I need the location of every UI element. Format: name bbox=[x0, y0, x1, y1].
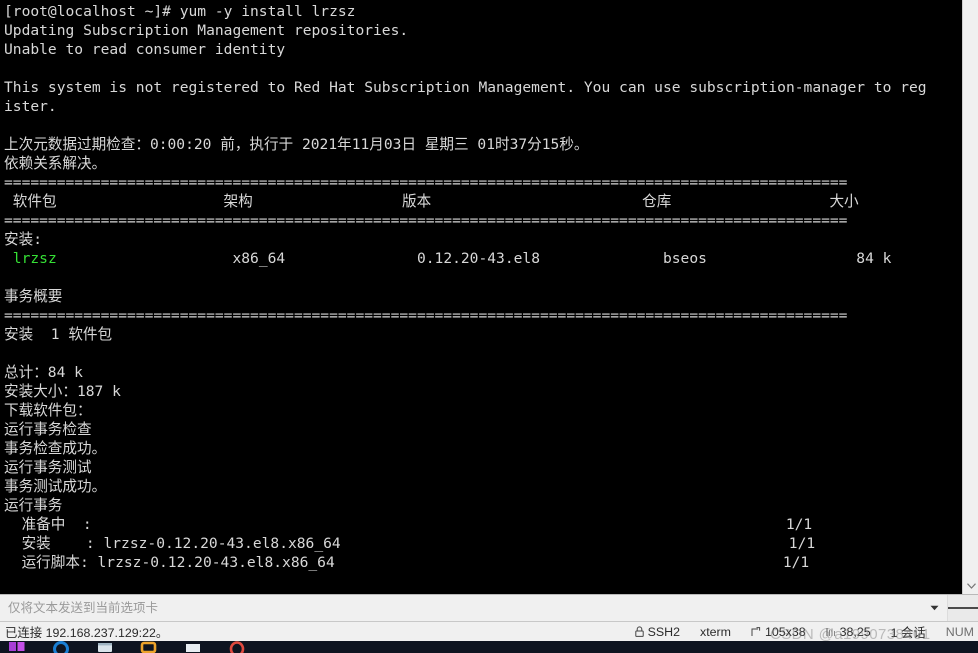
terminal-line: 运行事务 bbox=[4, 497, 63, 514]
resize-icon bbox=[751, 626, 761, 637]
start-button-icon[interactable] bbox=[8, 641, 26, 653]
sessions-label: 1 会话 bbox=[890, 625, 926, 640]
cursor-position-label: 38,25 bbox=[839, 624, 871, 639]
terminal-line: 软件包 架构 版本 仓库 大小 bbox=[4, 193, 859, 210]
terminal-type-label: xterm bbox=[700, 624, 731, 639]
terminal-separator: ========================================… bbox=[4, 174, 848, 191]
terminal-line: This system is not registered to Red Hat… bbox=[4, 79, 927, 96]
terminal-output[interactable]: [root@localhost ~]# yum -y install lrzsz… bbox=[0, 0, 962, 594]
terminal-line: 事务测试成功。 bbox=[4, 478, 107, 495]
terminal-line: 依赖关系解决。 bbox=[4, 155, 107, 172]
terminal-line: 准备中 : 1/1 bbox=[4, 516, 813, 533]
terminal-line: 上次元数据过期检查：0:00:20 前，执行于 2021年11月03日 星期三 … bbox=[4, 136, 589, 153]
securecrt-window: [root@localhost ~]# yum -y install lrzsz… bbox=[0, 0, 978, 653]
terminal-line: 运行事务检查 bbox=[4, 421, 92, 438]
hamburger-menu-icon[interactable] bbox=[947, 595, 978, 621]
chevron-down-icon[interactable] bbox=[921, 595, 947, 621]
terminal-line: Updating Subscription Management reposit… bbox=[4, 22, 409, 39]
terminal-line: 下载软件包： bbox=[4, 402, 92, 419]
terminal-line: lrzsz x86_64 0.12.20-43.el8 bseos 84 k bbox=[12, 250, 892, 267]
status-terminal-type[interactable]: xterm bbox=[700, 625, 731, 639]
status-cursor-position: 38,25 bbox=[826, 625, 871, 639]
terminal-line: 安装 : lrzsz-0.12.20-43.el8.x86_64 1/1 bbox=[4, 535, 816, 552]
terminal-line: 安装 1 软件包 bbox=[4, 326, 113, 343]
terminal-line: 安装: bbox=[4, 231, 42, 248]
status-protocol[interactable]: SSH2 bbox=[634, 624, 680, 639]
windows-taskbar bbox=[0, 641, 978, 653]
terminal-scrollbar[interactable] bbox=[962, 0, 978, 594]
terminal-line: ister. bbox=[4, 98, 57, 115]
status-connection: 已连接 192.168.237.129:22。 bbox=[5, 623, 168, 641]
terminal-line: 运行脚本: lrzsz-0.12.20-43.el8.x86_64 1/1 bbox=[4, 554, 810, 571]
status-indicators: SSH2 xterm 105x38 38,25 1 会话 NUM bbox=[634, 623, 974, 641]
terminal-separator: ========================================… bbox=[4, 307, 848, 324]
terminal-line: [root@localhost ~]# yum -y install lrzsz bbox=[4, 3, 356, 20]
connection-label: 已连接 192.168.237.129:22。 bbox=[5, 625, 169, 640]
send-text-input[interactable]: 仅将文本发送到当前选项卡 bbox=[0, 595, 921, 621]
browser-icon[interactable] bbox=[52, 641, 70, 653]
terminal-line: 运行事务测试 bbox=[4, 459, 92, 476]
terminal-line: 事务概要 bbox=[4, 288, 63, 305]
status-bar: 已连接 192.168.237.129:22。 SSH2 xterm 105x3… bbox=[0, 622, 978, 641]
status-sessions: 1 会话 bbox=[891, 623, 926, 641]
scrollbar-down-arrow-icon[interactable] bbox=[963, 578, 978, 594]
package-name: lrzsz bbox=[12, 250, 57, 267]
window-size-label: 105x38 bbox=[764, 624, 806, 639]
terminal-line: 事务检查成功。 bbox=[4, 440, 107, 457]
status-num-lock: NUM bbox=[946, 625, 974, 639]
terminal-line: 总计：84 k bbox=[4, 364, 83, 381]
taskbar-icons bbox=[0, 641, 272, 653]
terminal-area: [root@localhost ~]# yum -y install lrzsz… bbox=[0, 0, 978, 594]
terminal-separator: ========================================… bbox=[4, 212, 848, 229]
app-window-icon[interactable] bbox=[184, 641, 202, 653]
explorer-icon[interactable] bbox=[96, 641, 114, 653]
store-icon[interactable] bbox=[140, 641, 158, 653]
protocol-label: SSH2 bbox=[647, 624, 680, 639]
send-text-bar: 仅将文本发送到当前选项卡 bbox=[0, 594, 978, 622]
num-lock-label: NUM bbox=[945, 624, 974, 639]
lock-icon bbox=[634, 626, 644, 637]
opera-icon[interactable] bbox=[228, 641, 246, 653]
cursor-position-icon bbox=[826, 627, 836, 637]
terminal-line: Unable to read consumer identity bbox=[4, 41, 286, 58]
terminal-line: 安装大小：187 k bbox=[4, 383, 121, 400]
status-window-size: 105x38 bbox=[751, 625, 806, 639]
